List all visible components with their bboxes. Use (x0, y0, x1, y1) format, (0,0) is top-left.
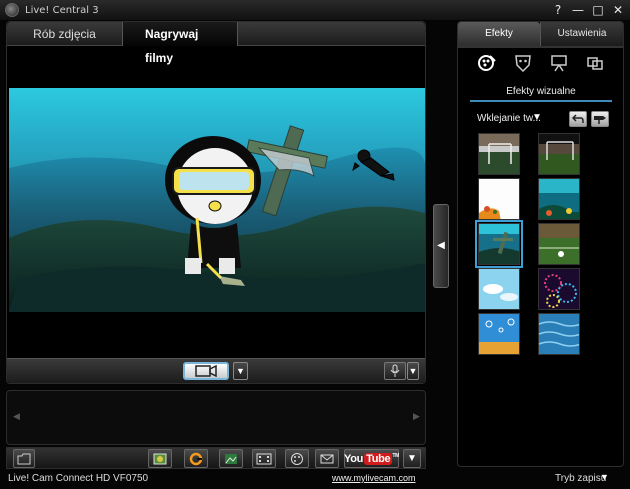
undo-button[interactable] (569, 111, 587, 127)
youtube-upload-button[interactable]: You Tube TM (344, 449, 399, 468)
help-button[interactable]: ? (550, 2, 566, 18)
tab-record-video[interactable]: Nagrywaj filmy (123, 22, 238, 65)
thumbnail-water-ripples[interactable] (538, 313, 580, 355)
microphone-icon (390, 364, 400, 377)
tab-take-photos[interactable]: Rób zdjęcia (7, 22, 123, 46)
video-editor-button[interactable] (252, 449, 276, 468)
presentation-icon[interactable] (548, 52, 570, 74)
thumbnail-clouds[interactable] (478, 268, 520, 310)
thumbnail-fireworks[interactable] (538, 268, 580, 310)
thumbnail-bubbles[interactable] (478, 313, 520, 355)
image-editor-icon (225, 453, 237, 464)
photo-viewer-icon (153, 453, 167, 464)
status-bar: Live! Cam Connect HD VF0750 www.myliveca… (0, 470, 630, 489)
thumbnail-stadium-goal[interactable] (538, 133, 580, 175)
thumbnail-beach-flowers[interactable] (478, 178, 520, 220)
share-toolbar: You Tube TM ▼ (6, 447, 426, 469)
app-logo-icon (5, 3, 19, 17)
record-options-dropdown[interactable]: ▼ (233, 362, 248, 380)
folder-icon (17, 453, 31, 464)
thumbnail-soccer-field[interactable] (538, 223, 580, 265)
collapse-panel-button[interactable]: ◀ (433, 204, 449, 288)
category-caret[interactable]: ▼ (532, 112, 542, 123)
thumbnail-underwater-reef[interactable] (538, 178, 580, 220)
save-mode-dropdown[interactable]: ▼ (600, 472, 609, 482)
microphone-button[interactable] (384, 362, 406, 380)
maximize-button[interactable]: □ (590, 2, 606, 18)
mylivecam-link[interactable]: www.mylivecam.com (332, 473, 416, 483)
window-title: Live! Central 3 (25, 4, 99, 16)
record-button[interactable] (183, 362, 229, 380)
capture-panel: Rób zdjęcia Nagrywaj filmy ▼ ▼ (6, 21, 426, 384)
image-editor-button[interactable] (219, 449, 243, 468)
folder-button[interactable] (13, 449, 35, 468)
creative-app-button[interactable] (184, 449, 208, 468)
undo-icon (572, 114, 584, 123)
share-options-dropdown[interactable]: ▼ (403, 449, 421, 468)
effects-panel: Efekty Ustawienia Efekty wizualne Wkleja… (457, 21, 624, 467)
device-name: Live! Cam Connect HD VF0750 (8, 473, 149, 484)
creative-logo-icon (189, 452, 203, 465)
envelope-icon (320, 454, 334, 463)
face-mask-icon[interactable] (512, 52, 534, 74)
save-mode-label[interactable]: Tryb zapisu (555, 473, 606, 484)
tab-effects[interactable]: Efekty (458, 22, 540, 46)
video-toolbar: ▼ ▼ (7, 358, 425, 383)
palette-icon (291, 452, 303, 465)
signpost-icon (594, 116, 606, 124)
thumbnail-shipwreck[interactable] (475, 220, 523, 268)
close-button[interactable]: ✕ (610, 2, 626, 18)
youtube-logo: You Tube TM (344, 452, 399, 465)
microphone-options-dropdown[interactable]: ▼ (407, 362, 419, 380)
minimize-button[interactable]: — (570, 2, 586, 18)
thumbnail-stadium[interactable] (478, 133, 520, 175)
tab-settings[interactable]: Ustawienia (540, 22, 623, 46)
sign-effect-button[interactable] (591, 111, 609, 127)
capture-tabs: Rób zdjęcia Nagrywaj filmy (7, 22, 425, 65)
webcam-preview (9, 88, 425, 312)
email-button[interactable] (315, 449, 339, 468)
video-camera-icon (195, 365, 217, 377)
overlay-icon[interactable] (584, 52, 606, 74)
media-filmstrip: ◀ ▶ (6, 390, 426, 445)
filmstrip-next-arrow[interactable]: ▶ (413, 411, 420, 422)
section-title: Efekty wizualne (470, 86, 612, 102)
effects-gallery-button[interactable] (285, 449, 309, 468)
filmstrip-prev-arrow[interactable]: ◀ (13, 411, 20, 422)
film-icon (256, 453, 272, 464)
title-bar: Live! Central 3 ? — □ ✕ (0, 0, 630, 20)
photo-viewer-button[interactable] (148, 449, 172, 468)
effects-icon[interactable] (476, 52, 498, 74)
